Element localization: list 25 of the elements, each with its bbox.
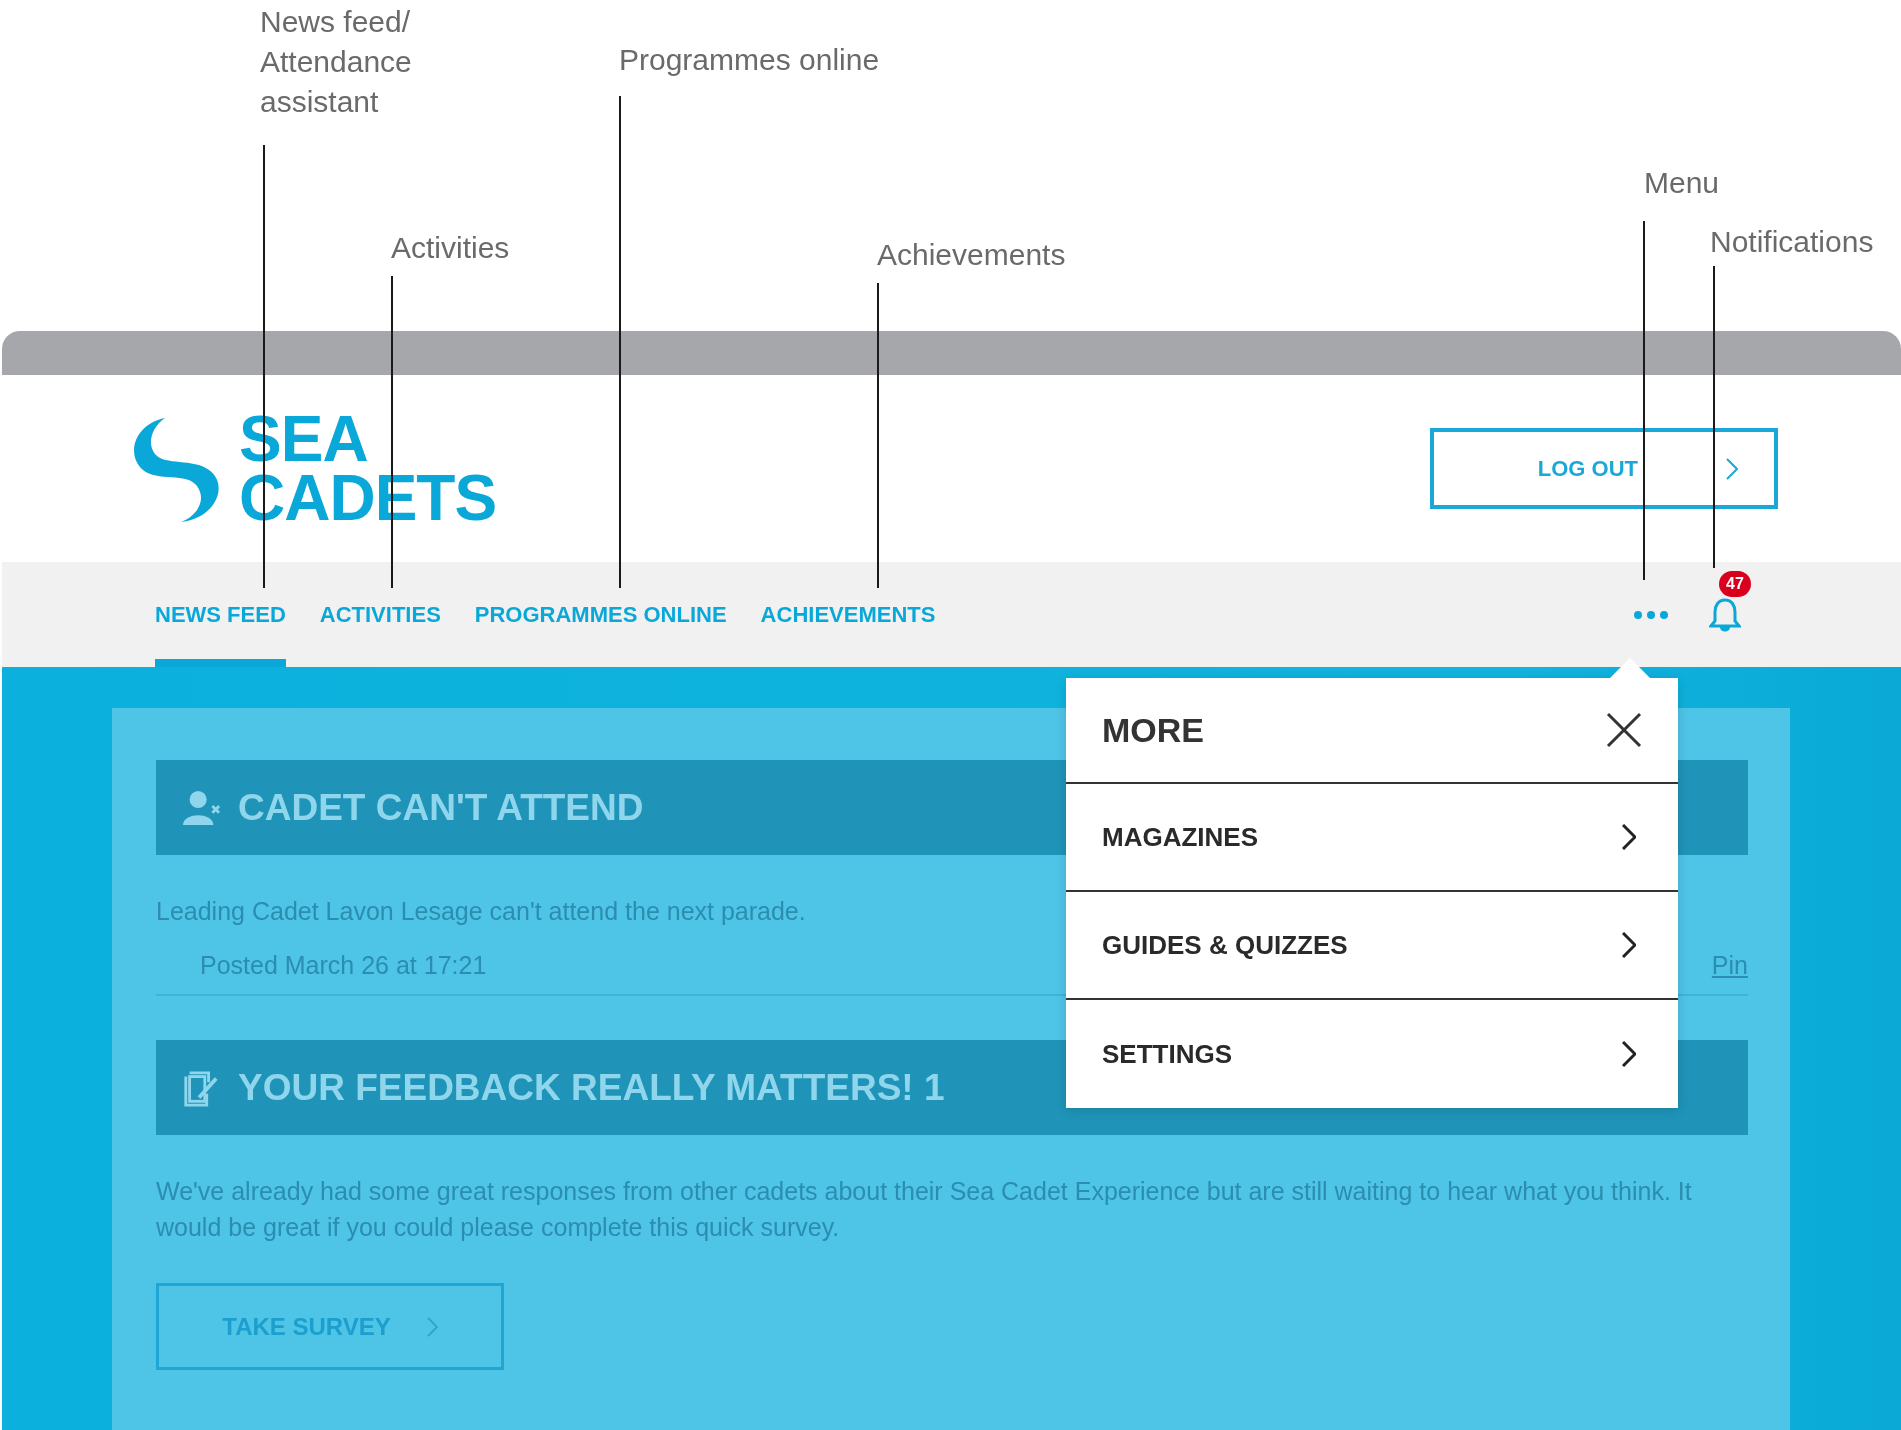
menu-title: MORE bbox=[1102, 710, 1204, 750]
nav-tab[interactable]: ACHIEVEMENTS bbox=[760, 562, 936, 667]
edit-document-icon bbox=[182, 1068, 220, 1107]
person-icon bbox=[182, 788, 220, 827]
notification-badge: 47 bbox=[1719, 570, 1751, 597]
nav-tab[interactable]: ACTIVITIES bbox=[319, 562, 441, 667]
more-menu-icon[interactable] bbox=[1633, 609, 1669, 620]
chevron-right-icon bbox=[1622, 824, 1636, 850]
chevron-right-icon bbox=[1622, 1041, 1636, 1067]
annotation-label: Menu bbox=[1644, 165, 1720, 201]
annotation-label: News feed/ Attendance assistant bbox=[260, 4, 413, 120]
annotation-label: Achievements bbox=[877, 237, 1066, 273]
annotation-label: Activities bbox=[391, 230, 510, 266]
menu-item[interactable]: SETTINGS bbox=[1066, 1000, 1678, 1108]
nav-tab[interactable]: PROGRAMMES ONLINE bbox=[474, 562, 727, 667]
chevron-right-icon bbox=[1726, 457, 1738, 480]
close-icon[interactable] bbox=[1606, 712, 1642, 748]
menu-item[interactable]: MAGAZINES bbox=[1066, 784, 1678, 892]
menu-item[interactable]: GUIDES & QUIZZES bbox=[1066, 892, 1678, 1000]
log-out-button[interactable]: LOG OUT bbox=[1430, 428, 1778, 509]
annotation-label: Notifications bbox=[1710, 224, 1874, 260]
chevron-right-icon bbox=[426, 1316, 438, 1337]
bell-icon[interactable] bbox=[1709, 596, 1741, 633]
annotation-label: Programmes online bbox=[619, 42, 880, 78]
chevron-right-icon bbox=[1622, 932, 1636, 958]
